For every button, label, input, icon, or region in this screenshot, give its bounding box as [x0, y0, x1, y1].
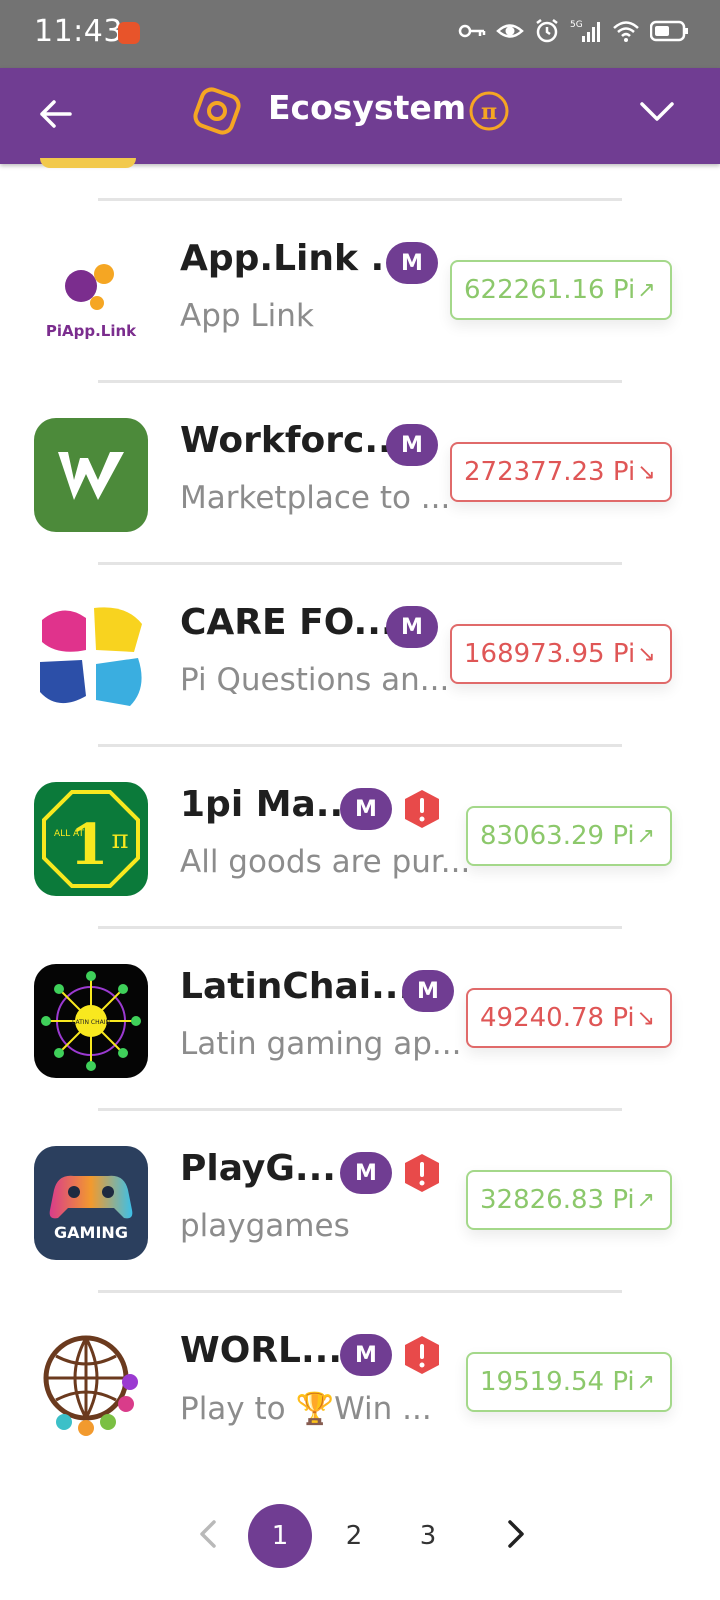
next-page-button[interactable] — [500, 1514, 530, 1554]
mainnet-badge: M — [340, 788, 392, 830]
price-value: 32826.83 Pi — [480, 1185, 635, 1215]
page-1-button[interactable]: 1 — [248, 1504, 312, 1568]
mainnet-badge: M — [340, 1334, 392, 1376]
signal-icon: 5G — [570, 18, 602, 48]
gaming-logo-text: GAMING — [54, 1223, 128, 1242]
world-globe-logo-icon — [34, 1328, 148, 1442]
price-tag: 622261.16 Pi ↗ — [450, 260, 672, 320]
app-list-item[interactable]: CARE FO... M Pi Questions an... 168973.9… — [0, 564, 720, 744]
notification-icon — [118, 22, 140, 44]
warning-icon — [405, 1154, 439, 1192]
pi-text: π — [111, 825, 128, 855]
app-title: Workforc... — [180, 420, 406, 461]
warning-icon — [405, 1336, 439, 1374]
price-value: 168973.95 Pi — [464, 639, 636, 669]
price-value: 19519.54 Pi — [480, 1367, 635, 1397]
applink-logo-text: PiApp.Link — [46, 322, 137, 340]
app-list-item[interactable]: WORL... M Play to 🏆Win ... 19519.54 Pi ↗ — [0, 1292, 720, 1472]
trend-up-icon: ↗ — [636, 1187, 656, 1213]
mainnet-badge: M — [386, 242, 438, 284]
page-3-button[interactable]: 3 — [396, 1504, 460, 1568]
app-icon-partial — [40, 158, 136, 168]
trend-down-icon: ↘ — [637, 459, 656, 485]
app-list-item[interactable]: ALL AT 1 π 1pi Ma... M All goods are pur… — [0, 746, 720, 926]
app-list-item[interactable]: PiApp.Link App.Link ... M App Link 62226… — [0, 200, 720, 380]
price-value: 272377.23 Pi — [464, 457, 636, 487]
mainnet-badge: M — [340, 1152, 392, 1194]
trend-down-icon: ↘ — [636, 1005, 656, 1031]
status-time: 11:43 — [34, 14, 123, 49]
header-bar: Ecosystem π — [0, 68, 720, 164]
price-tag: 32826.83 Pi ↗ — [466, 1170, 672, 1230]
eye-icon — [496, 20, 524, 46]
app-subtitle: Marketplace to ... — [180, 480, 451, 516]
app-subtitle: Play to 🏆Win ... — [180, 1391, 432, 1427]
latin-chain-text: LATIN CHAIN — [72, 1019, 110, 1026]
app-title: PlayG... — [180, 1148, 336, 1189]
care-hands-logo-icon — [34, 600, 148, 714]
one-text: 1 — [70, 812, 109, 878]
app-title: App.Link ... — [180, 238, 412, 279]
svg-text:5G: 5G — [570, 20, 583, 30]
applink-logo-icon: PiApp.Link — [34, 236, 148, 350]
price-value: 622261.16 Pi — [464, 275, 636, 305]
price-value: 83063.29 Pi — [480, 821, 635, 851]
1pi-market-logo-icon: ALL AT 1 π — [34, 782, 148, 896]
mainnet-badge: M — [402, 970, 454, 1012]
price-value: 49240.78 Pi — [480, 1003, 635, 1033]
pagination: 1 2 3 — [0, 1504, 720, 1568]
warning-icon — [405, 790, 439, 828]
key-icon — [458, 21, 486, 45]
status-bar: 11:43 5G — [0, 0, 720, 68]
trend-down-icon: ↘ — [637, 641, 656, 667]
page-2-button[interactable]: 2 — [322, 1504, 386, 1568]
price-tag: 83063.29 Pi ↗ — [466, 806, 672, 866]
chevron-down-icon[interactable] — [638, 96, 676, 126]
chevron-right-icon — [508, 1520, 524, 1548]
ecosystem-logo-icon — [193, 87, 241, 135]
gaming-logo-icon: GAMING — [34, 1146, 148, 1260]
battery-icon — [649, 20, 690, 46]
status-icons: 5G — [458, 18, 690, 48]
app-subtitle: All goods are pur... — [180, 844, 471, 880]
pi-coin-icon: π — [469, 91, 509, 131]
trend-up-icon: ↗ — [637, 277, 656, 303]
prev-page-button[interactable] — [194, 1514, 224, 1554]
app-subtitle: Latin gaming ap... — [180, 1026, 462, 1062]
app-title: 1pi Ma... — [180, 784, 357, 825]
wifi-icon — [612, 19, 640, 47]
app-title: LatinChai... — [180, 966, 413, 1007]
page-title: Ecosystem — [268, 88, 467, 127]
app-subtitle: playgames — [180, 1208, 350, 1244]
app-list-item[interactable]: LATIN CHAIN LatinChai... M Latin gaming … — [0, 928, 720, 1108]
app-list-item[interactable]: GAMING PlayG... M playgames 32826.83 Pi … — [0, 1110, 720, 1290]
back-arrow-icon[interactable] — [36, 94, 76, 134]
chevron-left-icon — [200, 1520, 216, 1548]
workforce-logo-icon — [34, 418, 148, 532]
trend-up-icon: ↗ — [636, 1369, 656, 1395]
app-list-item[interactable]: Workforc... M Marketplace to ... 272377.… — [0, 382, 720, 562]
app-subtitle: App Link — [180, 298, 314, 334]
app-title: WORL... — [180, 1330, 342, 1371]
price-tag: 272377.23 Pi ↘ — [450, 442, 672, 502]
mainnet-badge: M — [386, 606, 438, 648]
alarm-icon — [534, 18, 560, 48]
latin-chain-logo-icon: LATIN CHAIN — [34, 964, 148, 1078]
price-tag: 49240.78 Pi ↘ — [466, 988, 672, 1048]
app-title: CARE FO... — [180, 602, 395, 643]
trend-up-icon: ↗ — [636, 823, 656, 849]
app-subtitle: Pi Questions an... — [180, 662, 450, 698]
pi-symbol: π — [481, 99, 497, 125]
price-tag: 168973.95 Pi ↘ — [450, 624, 672, 684]
mainnet-badge: M — [386, 424, 438, 466]
price-tag: 19519.54 Pi ↗ — [466, 1352, 672, 1412]
